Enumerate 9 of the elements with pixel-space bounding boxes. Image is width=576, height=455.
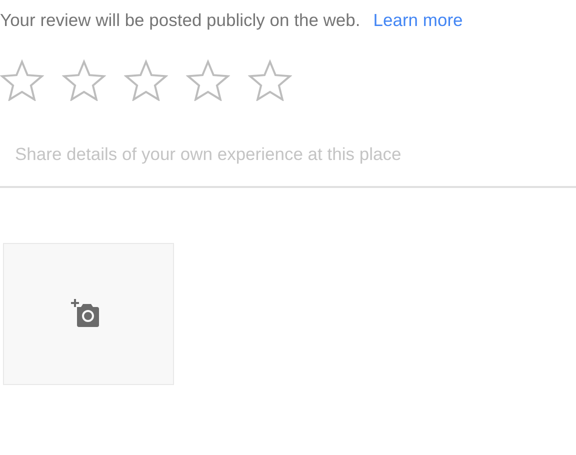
star-icon[interactable] <box>124 59 168 102</box>
learn-more-link[interactable]: Learn more <box>373 7 463 34</box>
star-icon[interactable] <box>186 59 230 102</box>
add-photo-button[interactable] <box>3 242 174 384</box>
star-icon[interactable] <box>0 59 44 102</box>
star-icon[interactable] <box>62 59 106 102</box>
notice-text: Your review will be posted publicly on the web. <box>0 9 360 32</box>
review-field[interactable]: Share details of your own experience at this place <box>0 141 576 188</box>
star-icon[interactable] <box>248 59 292 102</box>
